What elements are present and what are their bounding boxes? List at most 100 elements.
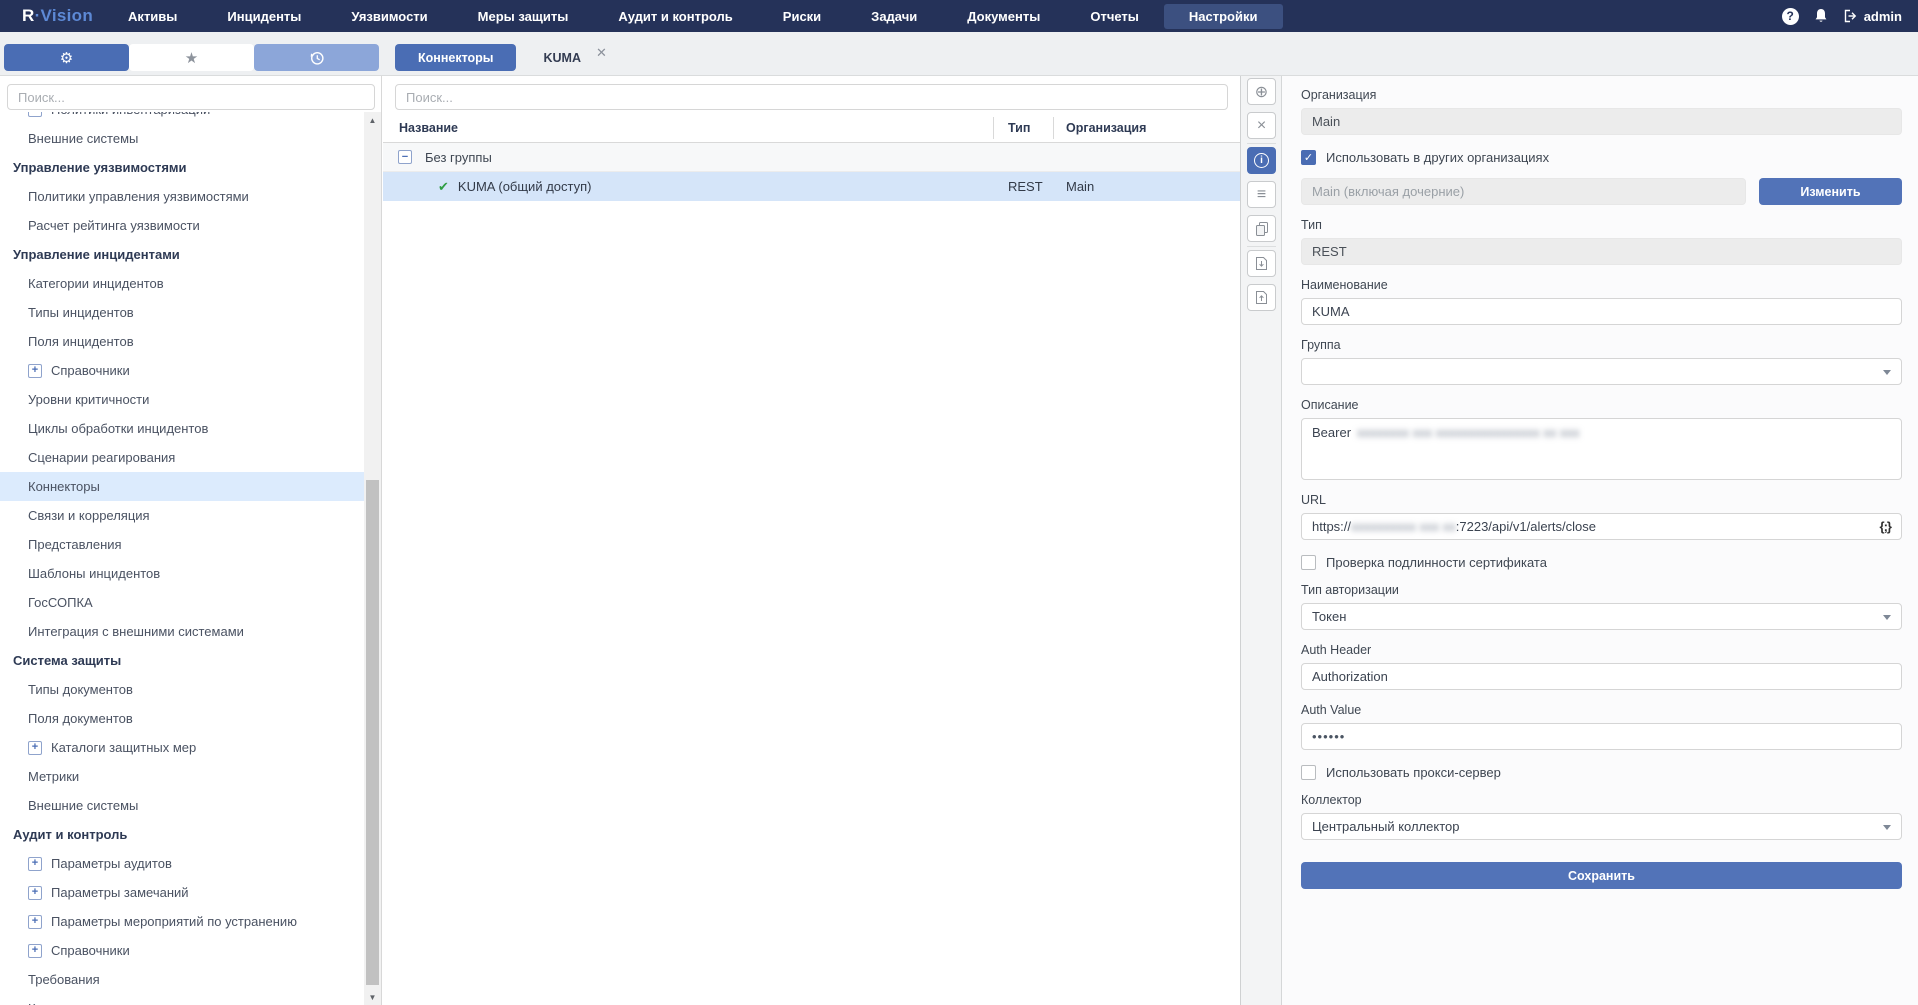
scrollbar-thumb[interactable] (366, 480, 379, 985)
expand-icon[interactable]: + (28, 741, 42, 755)
expand-icon[interactable]: + (28, 112, 42, 117)
description-field[interactable]: Bearer xxxxxxxx xxx xxxxxxxxxxxxxxxx xx … (1301, 418, 1902, 480)
tab-connectors[interactable]: Коннекторы (395, 44, 516, 71)
scroll-up-icon[interactable]: ▲ (364, 112, 381, 128)
user-menu[interactable]: admin (1843, 9, 1902, 24)
expand-icon[interactable]: + (28, 915, 42, 929)
checkbox-checked-icon[interactable]: ✓ (1301, 150, 1316, 165)
share-checkbox-row[interactable]: ✓ Использовать в других организациях (1301, 150, 1902, 165)
nav-item-incidents[interactable]: Инциденты (202, 4, 326, 29)
group-select[interactable] (1301, 358, 1902, 385)
info-button[interactable]: i (1247, 147, 1276, 174)
scroll-down-icon[interactable]: ▼ (364, 989, 381, 1005)
settings-tree: +Политики инвентаризации Внешние системы… (0, 112, 364, 1005)
sidebar-item[interactable]: ГосСОПКА (0, 588, 364, 617)
sidebar-item[interactable]: +Параметры аудитов (0, 849, 364, 878)
tab-close-icon[interactable]: ✕ (596, 45, 607, 61)
row-organization: Main (1066, 179, 1094, 194)
sidebar-item[interactable]: +Каталоги защитных мер (0, 733, 364, 762)
add-button[interactable]: ⊕ (1247, 78, 1276, 105)
star-icon: ★ (185, 49, 198, 67)
help-icon[interactable]: ? (1782, 8, 1799, 25)
auth-value-field[interactable]: •••••• (1301, 723, 1902, 750)
sidebar-item[interactable]: +Параметры мероприятий по устранению (0, 907, 364, 936)
delete-button[interactable]: × (1247, 112, 1276, 139)
nav-item-protection-measures[interactable]: Меры защиты (453, 4, 594, 29)
nav-item-settings[interactable]: Настройки (1164, 4, 1283, 29)
save-button[interactable]: Сохранить (1301, 862, 1902, 889)
nav-item-tasks[interactable]: Задачи (846, 4, 942, 29)
sidebar-item[interactable]: К… (0, 994, 364, 1005)
sidebar-item[interactable]: Внешние системы (0, 124, 364, 153)
sidebar-item[interactable]: Интеграция с внешними системами (0, 617, 364, 646)
list-icon: ≡ (1257, 186, 1266, 204)
sidebar-item[interactable]: Типы инцидентов (0, 298, 364, 327)
expand-icon[interactable]: + (28, 944, 42, 958)
copy-button[interactable] (1247, 215, 1276, 242)
checkbox-unchecked-icon[interactable] (1301, 555, 1316, 570)
file-upload-icon (1255, 290, 1268, 305)
sidebar-item[interactable]: Уровни критичности (0, 385, 364, 414)
name-field[interactable]: KUMA (1301, 298, 1902, 325)
tab-favorites[interactable]: ★ (129, 44, 254, 71)
change-button[interactable]: Изменить (1759, 178, 1902, 205)
sidebar-item[interactable]: Политики управления уязвимостями (0, 182, 364, 211)
sidebar-item-connectors[interactable]: Коннекторы (0, 472, 364, 501)
sidebar-item[interactable]: Требования (0, 965, 364, 994)
collapse-icon[interactable]: − (398, 150, 412, 164)
sidebar-item[interactable]: Поля документов (0, 704, 364, 733)
nav-item-assets[interactable]: Активы (103, 4, 202, 29)
checkbox-unchecked-icon[interactable] (1301, 765, 1316, 780)
sidebar-item[interactable]: +Политики инвентаризации (0, 112, 364, 124)
table-row-kuma[interactable]: ✔ KUMA (общий доступ) REST Main (383, 172, 1240, 201)
sidebar-item[interactable]: Расчет рейтинга уязвимости (0, 211, 364, 240)
column-type[interactable]: Тип (1008, 121, 1030, 135)
sidebar-item[interactable]: Сценарии реагирования (0, 443, 364, 472)
sidebar-item[interactable]: Шаблоны инцидентов (0, 559, 364, 588)
expand-icon[interactable]: + (28, 857, 42, 871)
sidebar-item[interactable]: Циклы обработки инцидентов (0, 414, 364, 443)
template-variables-icon[interactable]: {;} (1880, 519, 1891, 534)
nav-item-vulnerabilities[interactable]: Уязвимости (326, 4, 452, 29)
auth-type-select[interactable]: Токен (1301, 603, 1902, 630)
connectors-search-input[interactable] (395, 84, 1228, 110)
sidebar-item[interactable]: Поля инцидентов (0, 327, 364, 356)
type-field: REST (1301, 238, 1902, 265)
group-row-no-group[interactable]: − Без группы (383, 143, 1240, 172)
content-tabs: Коннекторы KUMA ✕ (395, 44, 607, 71)
sidebar-item[interactable]: Метрики (0, 762, 364, 791)
sidebar-item[interactable]: Категории инцидентов (0, 269, 364, 298)
sidebar-item[interactable]: Представления (0, 530, 364, 559)
sidebar-search-input[interactable] (7, 84, 375, 110)
bell-icon[interactable] (1814, 8, 1828, 24)
expand-icon[interactable]: + (28, 364, 42, 378)
url-field[interactable]: https://xxxxxxxxxx xxx xx:7223/api/v1/al… (1301, 513, 1902, 540)
sidebar-item[interactable]: Внешние системы (0, 791, 364, 820)
nav-item-documents[interactable]: Документы (942, 4, 1065, 29)
nav-item-risks[interactable]: Риски (758, 4, 846, 29)
nav-item-audit-control[interactable]: Аудит и контроль (593, 4, 757, 29)
column-organization[interactable]: Организация (1066, 121, 1146, 135)
description-label: Описание (1301, 398, 1902, 412)
sidebar-item[interactable]: +Параметры замечаний (0, 878, 364, 907)
import-button[interactable] (1247, 250, 1276, 277)
tab-settings-tree[interactable]: ⚙ (4, 44, 129, 71)
sidebar-item[interactable]: +Справочники (0, 356, 364, 385)
sidebar-scrollbar[interactable]: ▲ ▼ (364, 112, 381, 1005)
collector-select[interactable]: Центральный коллектор (1301, 813, 1902, 840)
auth-header-field[interactable]: Authorization (1301, 663, 1902, 690)
list-button[interactable]: ≡ (1247, 181, 1276, 208)
sidebar-item[interactable]: +Справочники (0, 936, 364, 965)
column-name[interactable]: Название (383, 121, 458, 135)
tab-kuma[interactable]: KUMA ✕ (543, 50, 606, 66)
nav-item-reports[interactable]: Отчеты (1065, 4, 1164, 29)
export-button[interactable] (1247, 284, 1276, 311)
row-type: REST (1008, 179, 1043, 194)
sidebar-item[interactable]: Связи и корреляция (0, 501, 364, 530)
cert-checkbox-row[interactable]: Проверка подлинности сертификата (1301, 555, 1902, 570)
expand-icon[interactable]: + (28, 886, 42, 900)
tab-history[interactable] (254, 44, 379, 71)
proxy-checkbox-row[interactable]: Использовать прокси-сервер (1301, 765, 1902, 780)
sidebar-item[interactable]: Типы документов (0, 675, 364, 704)
logout-icon[interactable] (1843, 9, 1858, 23)
